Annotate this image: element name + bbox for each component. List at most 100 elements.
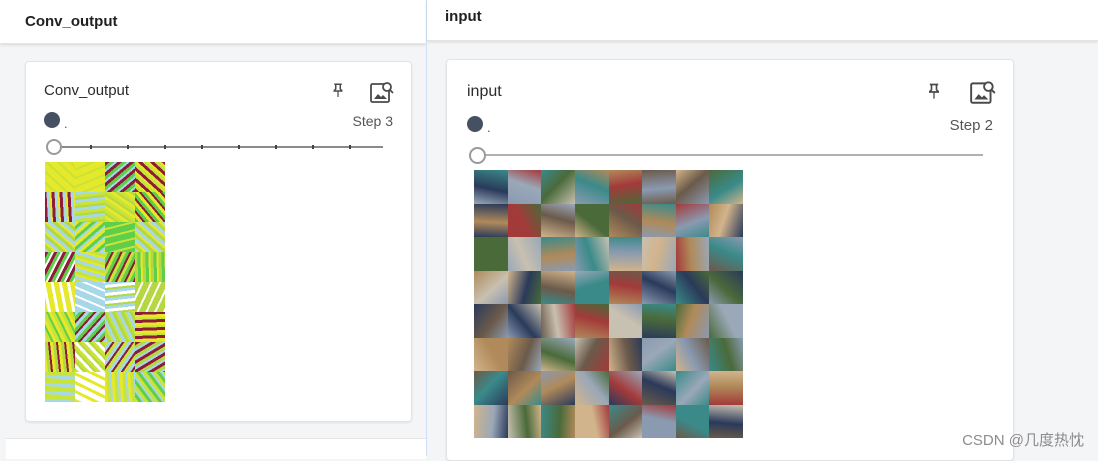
input-image-tile — [608, 404, 643, 438]
feature-map-tile — [75, 312, 105, 342]
feature-map-tile — [75, 252, 105, 282]
input-image-tile — [709, 404, 743, 438]
input-image-tile — [675, 304, 710, 338]
feature-map-tile — [135, 192, 165, 222]
slider-tick — [127, 145, 129, 149]
input-image-tile — [709, 371, 743, 405]
input-image-tile — [608, 170, 643, 204]
input-image-tile — [675, 337, 710, 371]
conv-output-pane-header[interactable]: Conv_output — [0, 0, 426, 44]
input-image-tile — [642, 337, 676, 371]
input-image-tile — [675, 203, 710, 237]
input-image-tile — [474, 203, 508, 237]
pin-icon[interactable] — [924, 82, 944, 102]
input-image-tile — [574, 170, 609, 204]
run-color-dot — [44, 112, 60, 128]
feature-map-tile — [75, 222, 105, 252]
input-pane: input input . Step 2 — [427, 0, 1098, 461]
input-image-tile — [541, 203, 575, 237]
conv-output-card-title: Conv_output — [44, 82, 130, 99]
slider-tick — [349, 145, 351, 149]
feature-map-tile — [105, 282, 135, 312]
input-image-tile — [507, 270, 542, 304]
conv-output-pane: Conv_output Conv_output . Step 3 — [0, 0, 426, 459]
feature-map-tile — [75, 282, 105, 312]
input-image-tile — [642, 203, 676, 237]
input-image-tile — [507, 237, 542, 271]
slider-thumb[interactable] — [469, 147, 486, 164]
input-image-tile — [474, 371, 508, 405]
feature-map-tile — [45, 192, 75, 222]
input-pane-title: input — [445, 8, 482, 25]
feature-map-tile — [45, 222, 75, 252]
input-image-tile — [642, 270, 676, 304]
feature-map-tile — [105, 252, 135, 282]
input-image-tile — [541, 237, 575, 271]
feature-map-tile — [135, 342, 165, 372]
input-image-tile — [507, 170, 542, 204]
slider-track — [46, 146, 383, 148]
feature-map-tile — [45, 162, 75, 192]
slider-thumb[interactable] — [46, 139, 62, 155]
input-image-tile — [675, 404, 710, 438]
run-color-dot — [467, 116, 483, 132]
input-image-tile — [642, 304, 676, 338]
step-slider[interactable] — [469, 147, 983, 164]
feature-map-tile — [135, 162, 165, 192]
input-image-tile — [507, 304, 542, 338]
input-image-tile — [608, 337, 643, 371]
input-image-tile — [709, 337, 743, 371]
input-image-tile — [474, 270, 508, 304]
input-image-tile — [474, 404, 508, 438]
input-card: input . Step 2 — [446, 59, 1014, 461]
input-image-tile — [507, 371, 542, 405]
slider-track — [469, 154, 983, 156]
pin-icon[interactable] — [329, 82, 347, 100]
feature-map-tile — [105, 162, 135, 192]
conv-output-pane-title: Conv_output — [25, 13, 118, 30]
input-image-tile — [608, 203, 643, 237]
input-image-tile — [574, 270, 609, 304]
slider-tick — [275, 145, 277, 149]
input-image-tile — [541, 371, 575, 405]
input-image-tile — [709, 203, 743, 237]
input-image-tile — [675, 270, 710, 304]
feature-map-tile — [135, 372, 165, 402]
input-image — [474, 170, 743, 438]
input-pane-header[interactable]: input — [427, 0, 1098, 41]
conv-output-card: Conv_output . Step 3 — [25, 61, 412, 422]
feature-map-tile — [135, 282, 165, 312]
feature-map-tile — [45, 372, 75, 402]
feature-map-tile — [135, 312, 165, 342]
input-image-tile — [642, 170, 676, 204]
slider-tick — [312, 145, 314, 149]
step-slider[interactable] — [46, 139, 383, 155]
input-image-tile — [541, 170, 575, 204]
feature-map-tile — [45, 342, 75, 372]
image-search-icon[interactable] — [369, 79, 395, 105]
feature-map-tile — [105, 192, 135, 222]
input-image-tile — [675, 237, 710, 271]
feature-map-tile — [105, 372, 135, 402]
input-image-tile — [541, 337, 575, 371]
input-image-tile — [608, 304, 643, 338]
input-image-tile — [507, 404, 542, 438]
input-image-tile — [574, 404, 609, 438]
input-image-tile — [675, 170, 710, 204]
slider-tick — [238, 145, 240, 149]
input-image-tile — [709, 304, 743, 338]
slider-tick — [90, 145, 92, 149]
input-image-tile — [574, 337, 609, 371]
input-image-tile — [642, 371, 676, 405]
feature-map-tile — [75, 372, 105, 402]
image-search-icon[interactable] — [969, 78, 997, 106]
input-image-tile — [474, 337, 508, 371]
slider-tick — [164, 145, 166, 149]
input-image-tile — [541, 404, 575, 438]
feature-map-tile — [75, 342, 105, 372]
feature-map-tile — [105, 312, 135, 342]
watermark: CSDN @几度热忱 — [962, 432, 1084, 449]
feature-map-tile — [135, 252, 165, 282]
step-label: Step 3 — [352, 113, 393, 129]
input-image-tile — [675, 371, 710, 405]
